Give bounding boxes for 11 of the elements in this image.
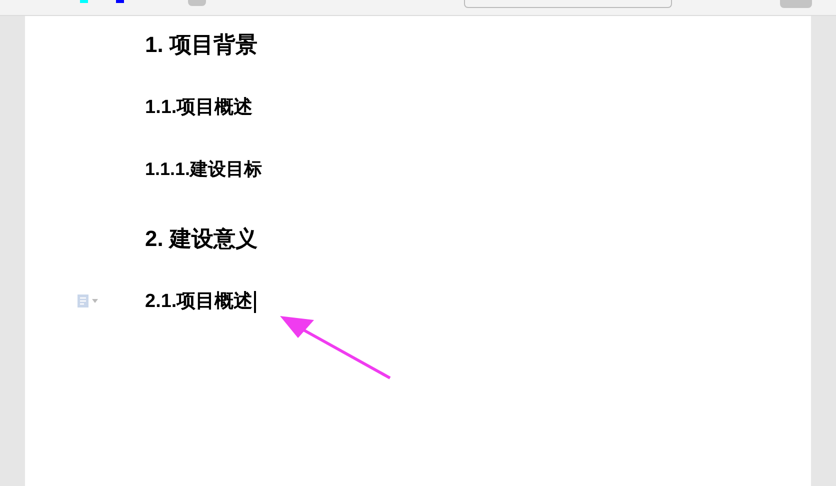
color-swatch-icon (116, 0, 124, 3)
color-swatch-icon (80, 0, 88, 3)
heading-text[interactable]: 2.1.项目概述 (145, 288, 256, 316)
toolbar-button[interactable] (188, 0, 206, 6)
heading-text[interactable]: 1. 项目背景 (145, 28, 258, 61)
heading-text[interactable]: 1.1.项目概述 (145, 94, 253, 122)
text-cursor (254, 291, 256, 314)
heading-text[interactable]: 2. 建设意义 (145, 222, 258, 255)
heading-text[interactable]: 1.1.1.建设目标 (145, 156, 262, 183)
toolbar-button[interactable] (780, 0, 812, 8)
paragraph-menu-icon[interactable] (77, 294, 98, 308)
